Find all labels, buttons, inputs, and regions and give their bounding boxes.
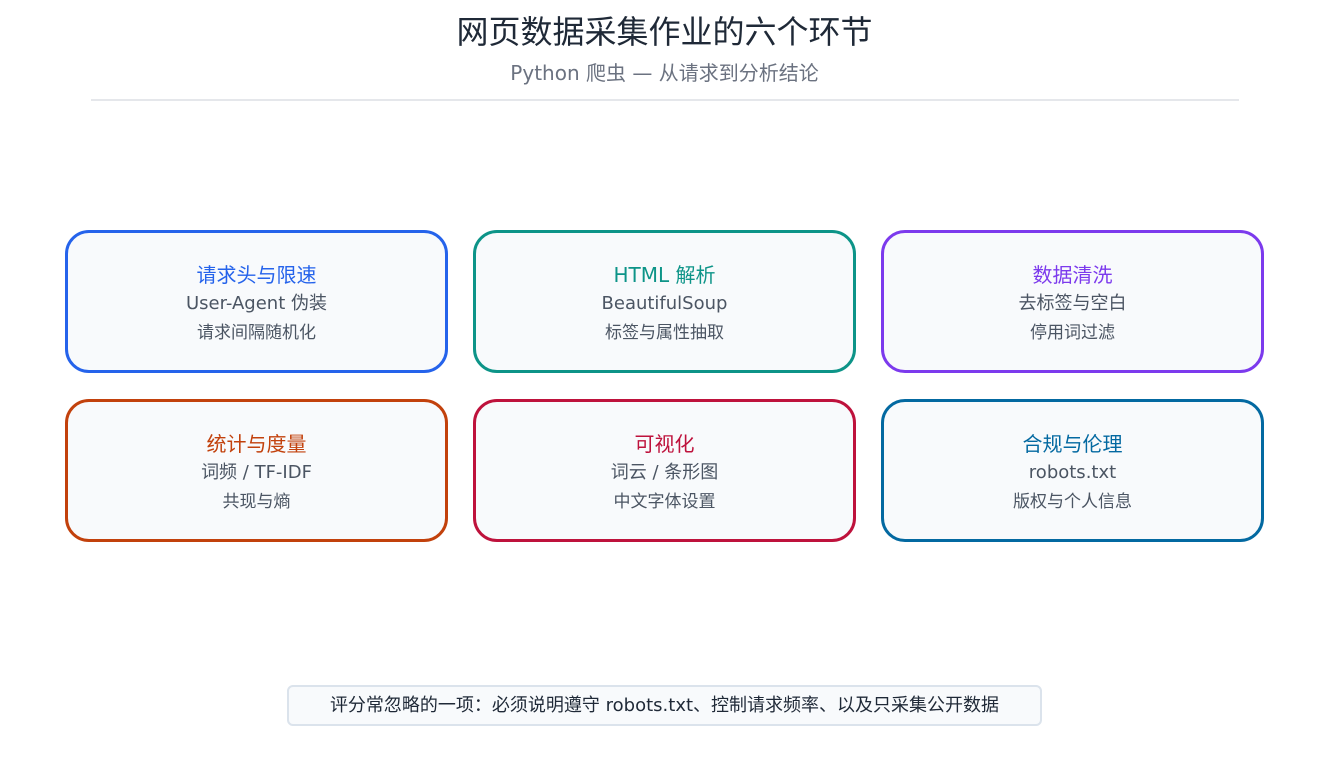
card-detail: BeautifulSoup	[601, 292, 728, 314]
step-card-compliance: 合规与伦理 robots.txt 版权与个人信息	[881, 399, 1264, 542]
step-card-html-parsing: HTML 解析 BeautifulSoup 标签与属性抽取	[473, 230, 856, 373]
card-detail: User-Agent 伪装	[186, 292, 327, 314]
page-subtitle: Python 爬虫 — 从请求到分析结论	[510, 61, 819, 85]
step-card-request-headers: 请求头与限速 User-Agent 伪装 请求间隔随机化	[65, 230, 448, 373]
header-divider	[91, 99, 1239, 101]
card-title: HTML 解析	[613, 262, 716, 287]
card-detail: 共现与熵	[222, 491, 291, 512]
card-detail: robots.txt	[1028, 461, 1117, 483]
card-detail: 标签与属性抽取	[605, 322, 724, 343]
card-detail: 停用词过滤	[1030, 322, 1115, 343]
card-detail: 版权与个人信息	[1013, 491, 1132, 512]
page-title: 网页数据采集作业的六个环节	[456, 13, 873, 51]
card-title: 可视化	[634, 431, 695, 456]
card-detail: 中文字体设置	[613, 491, 716, 512]
card-title: 合规与伦理	[1022, 431, 1123, 456]
step-card-data-cleaning: 数据清洗 去标签与空白 停用词过滤	[881, 230, 1264, 373]
card-title: 请求头与限速	[196, 262, 317, 287]
card-detail: 词频 / TF-IDF	[201, 461, 312, 483]
card-detail: 词云 / 条形图	[610, 461, 719, 483]
card-title: 统计与度量	[206, 431, 307, 456]
step-card-visualization: 可视化 词云 / 条形图 中文字体设置	[473, 399, 856, 542]
card-detail: 去标签与空白	[1018, 292, 1127, 314]
card-detail: 请求间隔随机化	[197, 322, 316, 343]
grading-note: 评分常忽略的一项：必须说明遵守 robots.txt、控制请求频率、以及只采集公…	[287, 685, 1042, 726]
card-title: 数据清洗	[1032, 262, 1113, 287]
step-card-statistics: 统计与度量 词频 / TF-IDF 共现与熵	[65, 399, 448, 542]
